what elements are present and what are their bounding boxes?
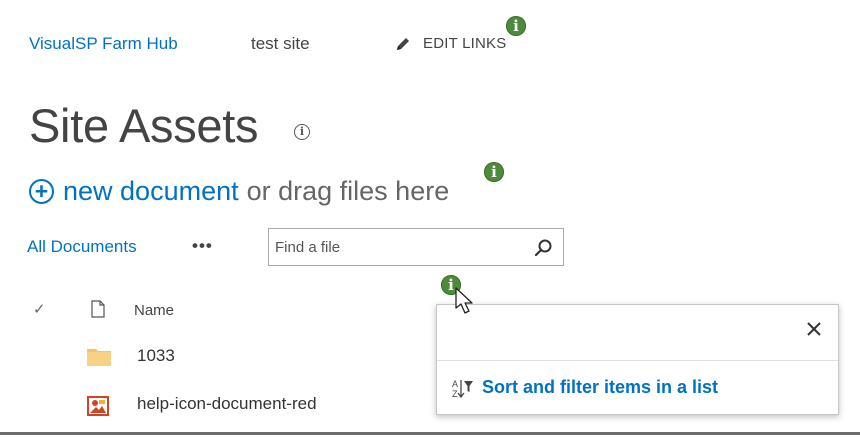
info-icon[interactable]: i [294,124,310,140]
nav-link-test-site[interactable]: test site [251,34,310,54]
search-input[interactable] [275,234,525,260]
sort-filter-icon: A Z [452,379,473,398]
image-file-icon [87,396,109,416]
name-column-header[interactable]: Name [134,302,174,319]
pencil-icon [397,37,409,50]
divider [0,432,860,435]
more-views-ellipsis[interactable]: ••• [192,236,213,256]
list-item-name[interactable]: 1033 [137,346,175,366]
list-item-name[interactable]: help-icon-document-red [137,394,317,414]
page-title: Site Assets [29,99,259,152]
cursor-icon [455,287,473,314]
search-box [268,228,564,266]
plus-circle-icon[interactable]: + [29,179,54,204]
sort-filter-help-link[interactable]: Sort and filter items in a list [482,377,718,398]
help-marker-icon[interactable]: i [484,162,504,182]
help-callout: A Z Sort and filter items in a list [436,304,839,415]
select-all-check[interactable]: ✓ [33,300,46,318]
nav-link-farm-hub[interactable]: VisualSP Farm Hub [29,34,178,54]
search-icon[interactable] [533,238,553,258]
new-document-row: + new document or drag files here [29,176,449,207]
callout-divider [437,360,838,361]
edit-links-button[interactable]: EDIT LINKS [395,35,506,52]
help-marker-icon[interactable]: i [506,16,526,36]
new-document-link[interactable]: new document [63,176,239,207]
drag-files-text: or drag files here [246,176,450,206]
svg-text:A: A [452,379,458,389]
file-type-icon [91,300,105,318]
svg-text:Z: Z [452,389,458,398]
folder-icon [87,349,111,366]
callout-link-row[interactable]: A Z Sort and filter items in a list [452,377,718,398]
edit-links-label: EDIT LINKS [423,35,507,52]
close-icon[interactable] [804,319,824,339]
view-all-documents[interactable]: All Documents [27,237,137,257]
